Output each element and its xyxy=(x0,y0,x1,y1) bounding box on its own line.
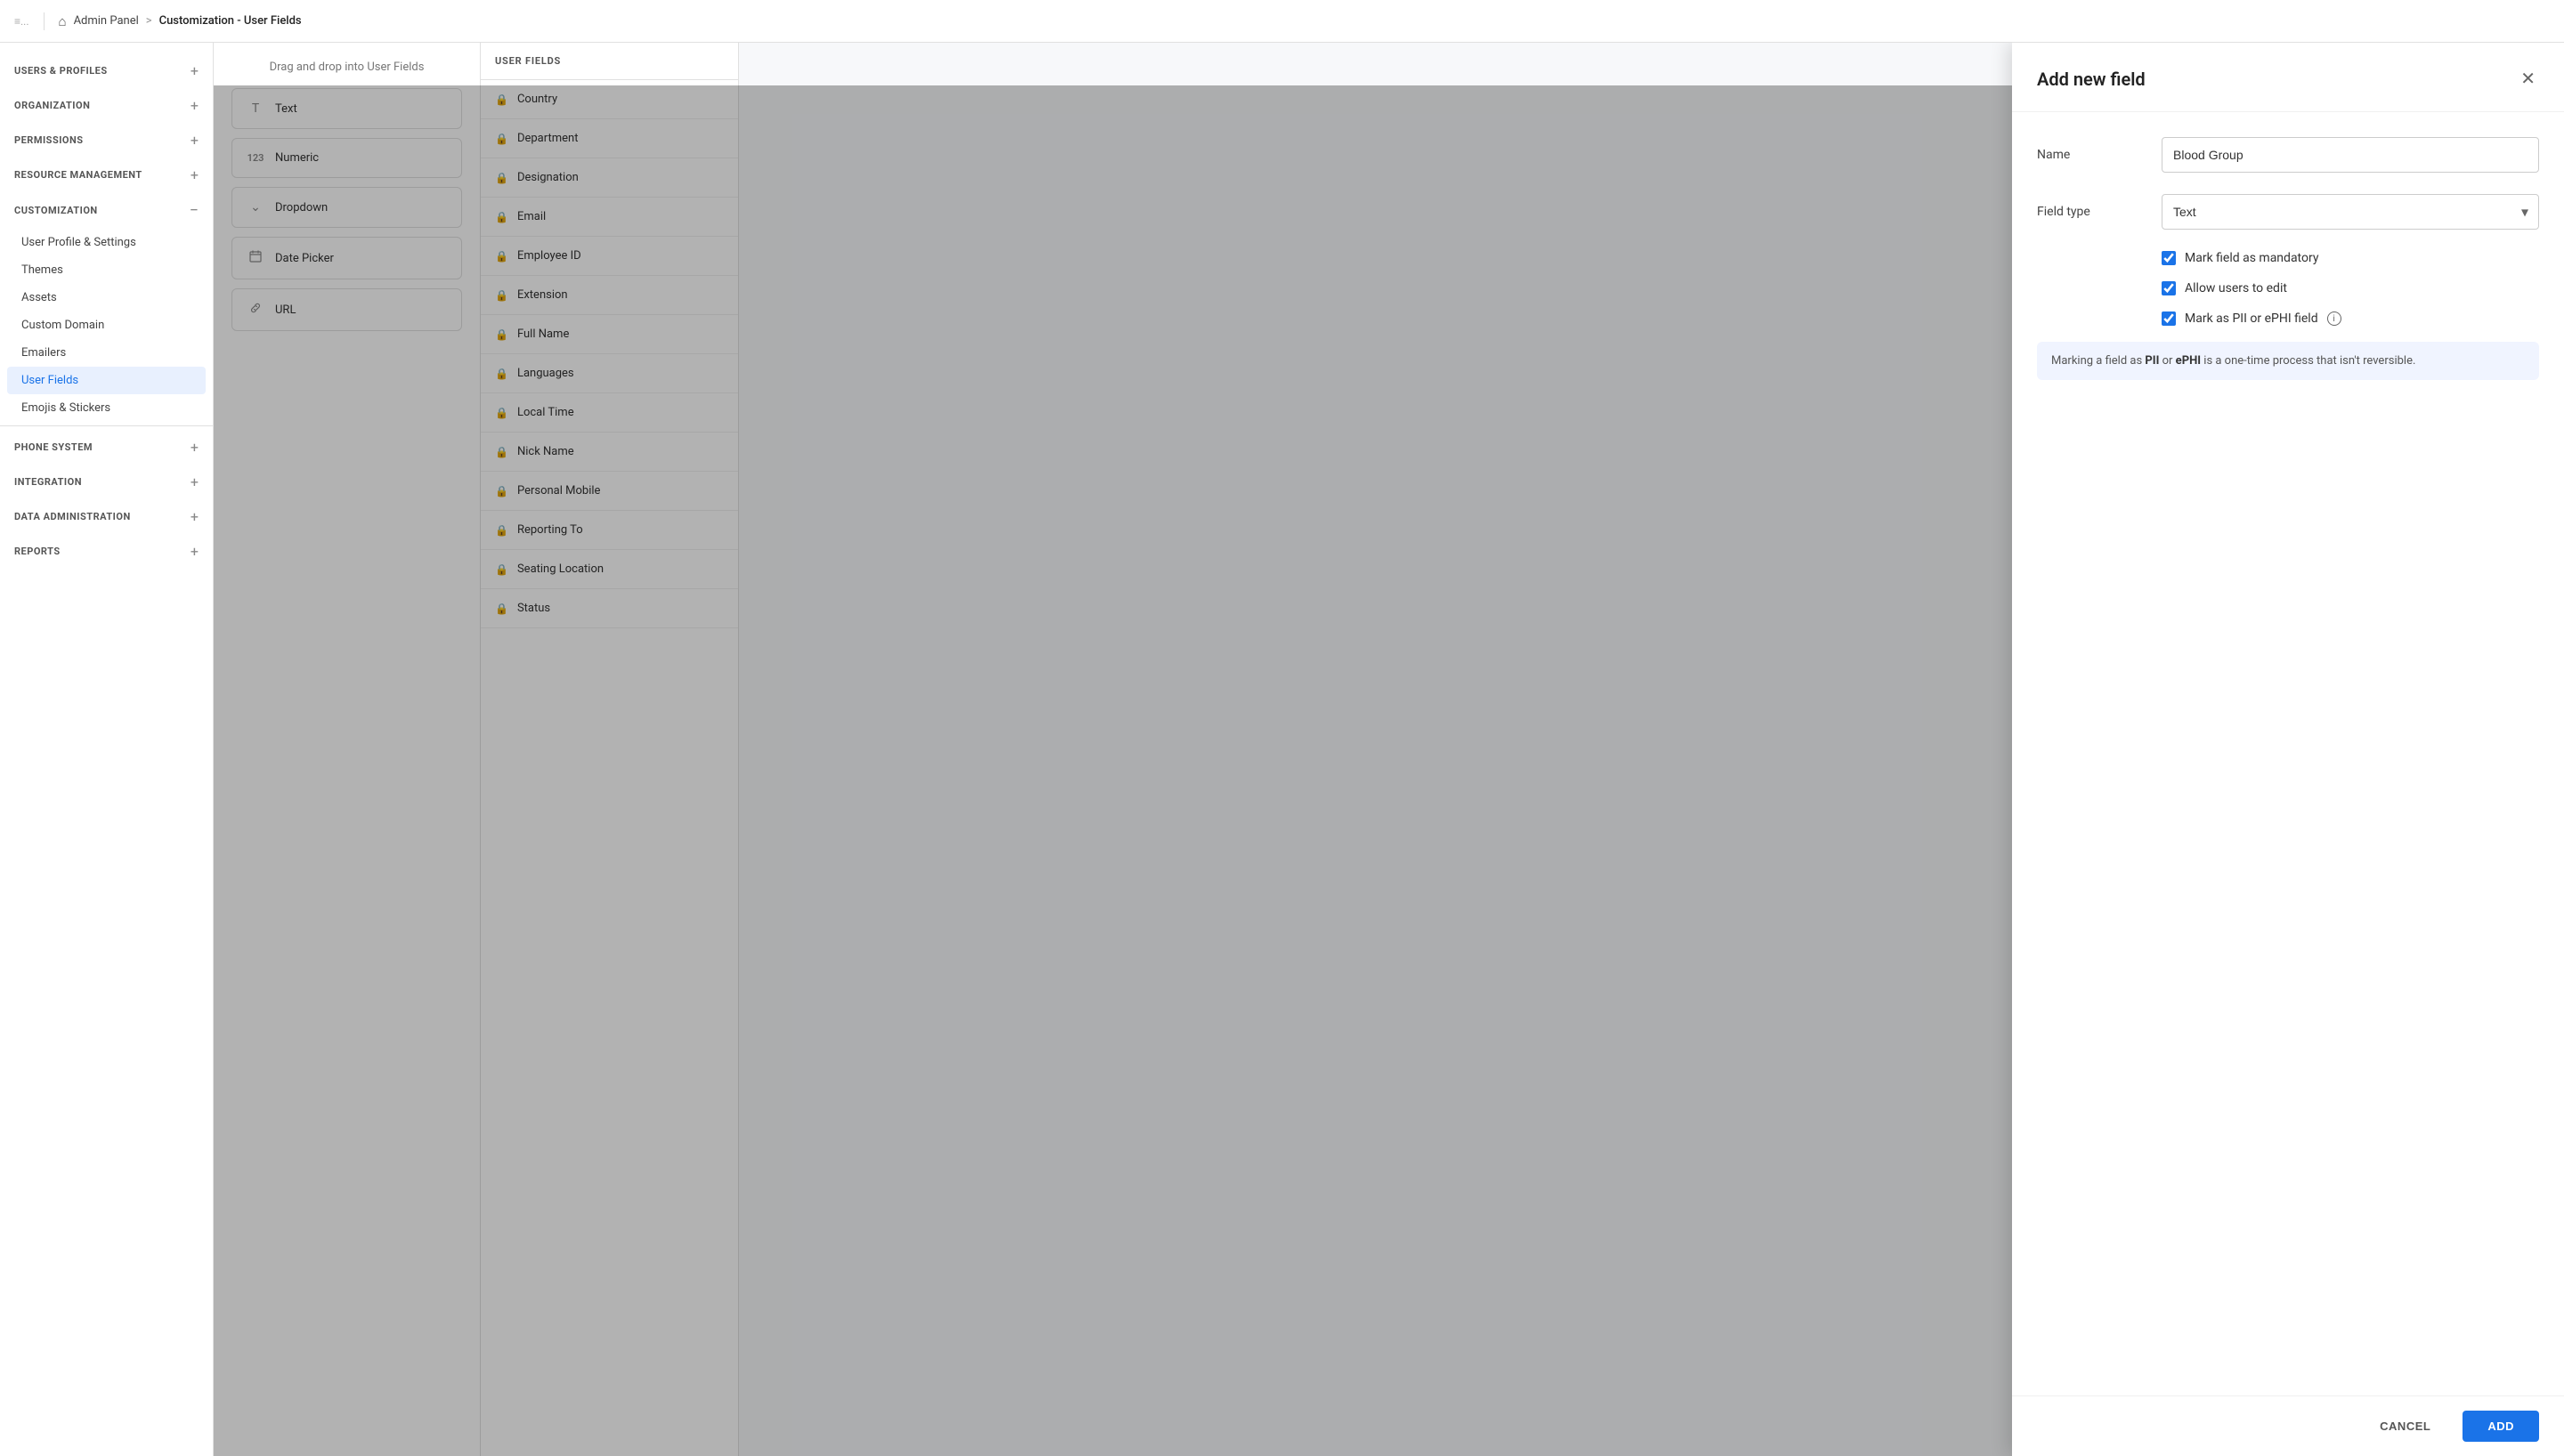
checkbox-allow-edit-row: Allow users to edit xyxy=(2162,281,2539,295)
expand-icon: + xyxy=(191,473,199,490)
sidebar-section-users-profiles[interactable]: USERS & PROFILES + xyxy=(0,53,213,88)
sidebar-item-themes[interactable]: Themes xyxy=(0,256,213,284)
allow-edit-label[interactable]: Allow users to edit xyxy=(2185,281,2287,295)
sidebar-item-emailers[interactable]: Emailers xyxy=(0,339,213,367)
mandatory-label[interactable]: Mark field as mandatory xyxy=(2185,251,2318,265)
sidebar-section-phone-system[interactable]: PHONE SYSTEM + xyxy=(0,430,213,465)
breadcrumb-parent[interactable]: Admin Panel xyxy=(74,14,139,28)
add-button[interactable]: ADD xyxy=(2463,1411,2539,1442)
home-icon[interactable]: ⌂ xyxy=(59,13,67,29)
breadcrumb-current: Customization - User Fields xyxy=(159,14,302,28)
sidebar-section-permissions[interactable]: PERMISSIONS + xyxy=(0,123,213,158)
pii-info-icon[interactable]: i xyxy=(2327,311,2341,326)
modal-header: Add new field ✕ xyxy=(2012,43,2564,112)
pii-bold1: PII xyxy=(2145,354,2159,368)
modal-footer: CANCEL ADD xyxy=(2012,1395,2564,1456)
pii-label[interactable]: Mark as PII or ePHI field i xyxy=(2185,311,2341,326)
modal-body: Name Field type Text Numeric Dropdown Da… xyxy=(2012,112,2564,1395)
sidebar-item-user-fields[interactable]: User Fields xyxy=(7,367,206,394)
expand-icon: + xyxy=(191,97,199,114)
name-field-row: Name xyxy=(2037,137,2539,173)
checkbox-mandatory-row: Mark field as mandatory xyxy=(2162,251,2539,265)
sidebar-section-customization[interactable]: CUSTOMIZATION − xyxy=(0,192,213,229)
expand-icon: + xyxy=(191,439,199,456)
user-fields-header: USER FIELDS xyxy=(481,43,738,80)
sidebar-section-organization[interactable]: ORGANIZATION + xyxy=(0,88,213,123)
checkbox-pii-row: Mark as PII or ePHI field i xyxy=(2162,311,2539,326)
drag-panel-title: Drag and drop into User Fields xyxy=(231,61,462,74)
sidebar-item-assets[interactable]: Assets xyxy=(0,284,213,311)
expand-icon: + xyxy=(191,132,199,149)
sidebar-section-integration[interactable]: INTEGRATION + xyxy=(0,465,213,499)
expand-icon: + xyxy=(191,166,199,183)
modal-close-button[interactable]: ✕ xyxy=(2517,64,2539,93)
expand-icon: + xyxy=(191,508,199,525)
add-new-field-modal: Add new field ✕ Name Field type Text xyxy=(2012,43,2564,1456)
field-type-row: Field type Text Numeric Dropdown Date Pi… xyxy=(2037,194,2539,230)
breadcrumb-separator: > xyxy=(146,14,152,28)
ephi-bold: ePHI xyxy=(2176,354,2201,368)
field-type-select-wrap: Text Numeric Dropdown Date Picker URL ▾ xyxy=(2162,194,2539,230)
modal-title: Add new field xyxy=(2037,69,2146,90)
field-type-select[interactable]: Text Numeric Dropdown Date Picker URL xyxy=(2162,194,2539,230)
allow-edit-checkbox[interactable] xyxy=(2162,281,2176,295)
sidebar: USERS & PROFILES + ORGANIZATION + PERMIS… xyxy=(0,43,214,1456)
sidebar-item-custom-domain[interactable]: Custom Domain xyxy=(0,311,213,339)
field-type-label: Field type xyxy=(2037,205,2162,219)
expand-icon: + xyxy=(191,62,199,79)
sidebar-item-user-profile-settings[interactable]: User Profile & Settings xyxy=(0,229,213,256)
collapse-icon: − xyxy=(190,201,199,220)
mandatory-checkbox[interactable] xyxy=(2162,251,2176,265)
sidebar-section-data-administration[interactable]: DATA ADMINISTRATION + xyxy=(0,499,213,534)
pii-checkbox[interactable] xyxy=(2162,311,2176,326)
name-input[interactable] xyxy=(2162,137,2539,173)
content-area: Drag and drop into User Fields T Text 12… xyxy=(214,43,2564,1456)
top-bar: ≡... ⌂ Admin Panel > Customization - Use… xyxy=(0,0,2564,43)
logo-text: ≡... xyxy=(14,15,29,28)
pii-notice: Marking a field as PII or ePHI is a one-… xyxy=(2037,342,2539,380)
name-label: Name xyxy=(2037,148,2162,162)
expand-icon: + xyxy=(191,543,199,560)
sidebar-section-resource-management[interactable]: RESOURCE MANAGEMENT + xyxy=(0,158,213,192)
cancel-button[interactable]: CANCEL xyxy=(2358,1411,2452,1442)
sidebar-item-emojis-stickers[interactable]: Emojis & Stickers xyxy=(0,394,213,422)
sidebar-section-reports[interactable]: REPORTS + xyxy=(0,534,213,569)
